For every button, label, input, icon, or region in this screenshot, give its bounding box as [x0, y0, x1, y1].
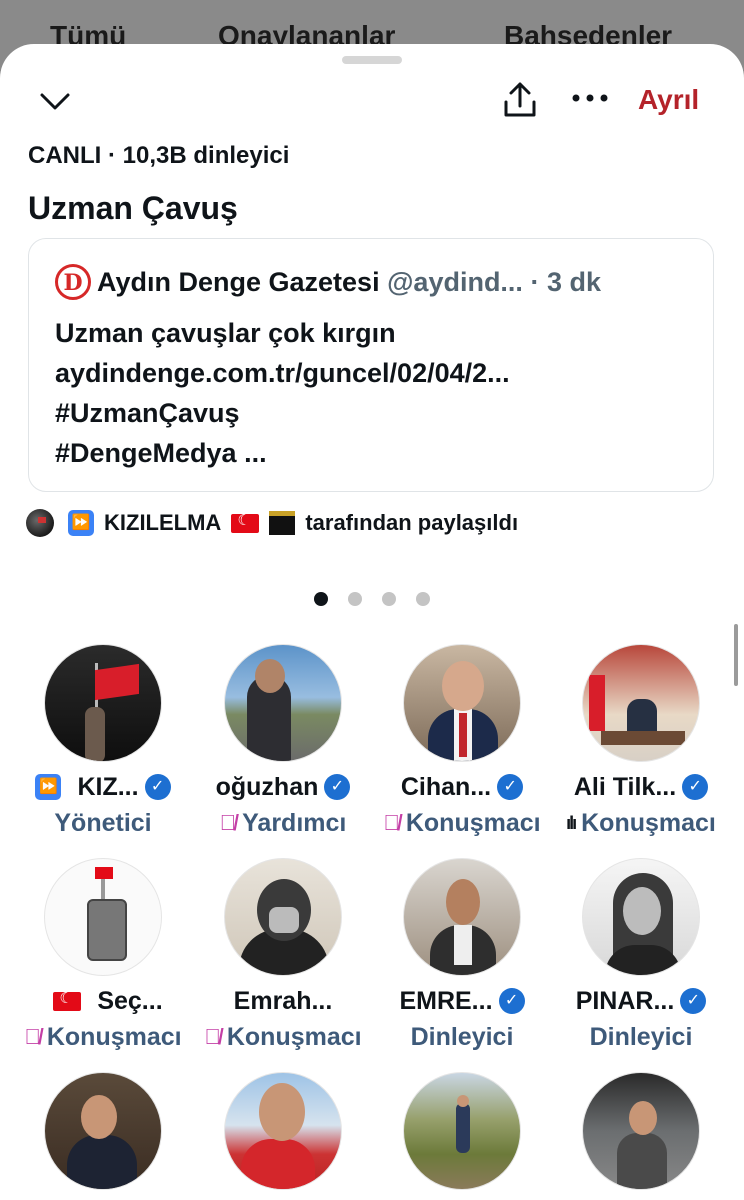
page-dot[interactable] [348, 592, 362, 606]
verified-badge-icon: ✓ [498, 988, 525, 1014]
post-author-name[interactable]: Aydın Denge Gazetesi [97, 267, 380, 297]
kaaba-icon [269, 511, 296, 535]
participant-name: KIZ... [77, 772, 139, 801]
participant-name: EMRE... [399, 986, 493, 1015]
space-title: Uzman Çavuş [28, 190, 238, 226]
avatar [44, 858, 162, 976]
live-listener-count: CANLI · 10,3B dinleyici [28, 142, 290, 169]
turkish-flag-icon [53, 989, 82, 1011]
participant[interactable]: Emrah... 🎙̸ Konuşmacı [190, 858, 376, 1054]
page-dot[interactable] [382, 592, 396, 606]
post-time: · 3 dk [530, 267, 601, 297]
post-author-handle: @aydind... [387, 267, 523, 297]
shared-by-row: ⏩ KIZILELMA tarafından paylaşıldı [26, 506, 518, 540]
verified-badge-icon: ✓ [144, 774, 171, 800]
post-hashtag[interactable]: #DengeMedya ... [55, 433, 510, 473]
participant[interactable] [369, 1072, 555, 1190]
avatar [44, 644, 162, 762]
page-dot[interactable] [314, 592, 328, 606]
fast-forward-icon: ⏩ [35, 774, 62, 800]
page-indicator [0, 592, 744, 606]
muted-mic-icon: 🎙̸ [383, 810, 400, 835]
participant-name: oğuzhan [215, 772, 319, 801]
page-dot[interactable] [416, 592, 430, 606]
post-line: Uzman çavuşlar çok kırgın [55, 318, 396, 348]
muted-mic-icon: 🎙̸ [24, 1024, 41, 1049]
avatar [582, 858, 700, 976]
participant[interactable] [10, 1072, 196, 1190]
shared-by-suffix: tarafından paylaşıldı [305, 510, 519, 535]
share-icon[interactable] [500, 80, 540, 120]
participant-name: Cihan... [400, 772, 492, 801]
avatar [403, 644, 521, 762]
participant[interactable] [190, 1072, 376, 1190]
sharer-avatar [26, 509, 54, 537]
avatar [224, 1072, 342, 1190]
verified-badge-icon: ✓ [324, 774, 351, 800]
participant-role: Dinleyici [410, 1022, 514, 1051]
participant[interactable]: ⏩ KIZ... ✓ Yönetici [10, 644, 196, 840]
participant[interactable]: oğuzhan ✓ 🎙̸ Yardımcı [190, 644, 376, 840]
participant-role: Konuşmacı [226, 1022, 362, 1051]
participant[interactable]: Seç... 🎙̸Konuşmacı [10, 858, 196, 1054]
verified-badge-icon: ✓ [680, 988, 707, 1014]
participant-role: Yardımcı [242, 808, 347, 837]
participant-role: Konuşmacı [405, 808, 541, 837]
participant-name: Seç... [97, 986, 163, 1015]
avatar [582, 644, 700, 762]
space-sheet: Ayrıl CANLI · 10,3B dinleyici Uzman Çavu… [0, 44, 744, 1200]
avatar [224, 858, 342, 976]
turkish-flag-icon [231, 511, 260, 533]
participant[interactable]: EMRE... ✓ Dinleyici [369, 858, 555, 1054]
avatar [582, 1072, 700, 1190]
pinned-post-card[interactable]: D Aydın Denge Gazetesi @aydind... · 3 dk… [28, 238, 714, 492]
post-hashtag[interactable]: #UzmanÇavuş [55, 393, 510, 433]
verified-badge-icon: ✓ [682, 774, 709, 800]
participant-name: Ali Tilk... [573, 772, 677, 801]
sheet-grabber[interactable] [342, 56, 402, 64]
participant[interactable] [548, 1072, 734, 1190]
post-link[interactable]: aydindenge.com.tr/guncel/02/04/2... [55, 353, 510, 393]
muted-mic-icon: 🎙̸ [204, 1024, 221, 1049]
leave-button[interactable]: Ayrıl [638, 84, 699, 116]
muted-mic-icon: 🎙̸ [219, 810, 237, 835]
fast-forward-icon: ⏩ [68, 510, 94, 536]
avatar [44, 1072, 162, 1190]
post-header: Aydın Denge Gazetesi @aydind... · 3 dk [97, 267, 601, 298]
chevron-down-icon[interactable] [38, 84, 72, 118]
avatar [403, 858, 521, 976]
avatar [224, 644, 342, 762]
verified-badge-icon: ✓ [497, 774, 524, 800]
participant-role: Konuşmacı [46, 1022, 182, 1051]
publisher-logo: D [55, 264, 91, 300]
participant-role: Yönetici [54, 808, 152, 837]
avatar [403, 1072, 521, 1190]
sharer-name[interactable]: KIZILELMA [104, 510, 221, 536]
scrollbar[interactable] [734, 624, 738, 686]
speaking-icon: ılı [566, 812, 577, 833]
more-icon[interactable] [570, 88, 610, 108]
participant[interactable]: Ali Tilk... ✓ ılı Konuşmacı [548, 644, 734, 840]
participant[interactable]: Cihan... ✓ 🎙̸ Konuşmacı [369, 644, 555, 840]
post-body: Uzman çavuşlar çok kırgın aydindenge.com… [55, 313, 510, 473]
participant-role: Dinleyici [589, 1022, 693, 1051]
participant-name: PINAR... [575, 986, 675, 1015]
participant-role: Konuşmacı [581, 808, 716, 837]
participant-name: Emrah... [233, 986, 333, 1015]
participant[interactable]: PINAR... ✓ Dinleyici [548, 858, 734, 1054]
